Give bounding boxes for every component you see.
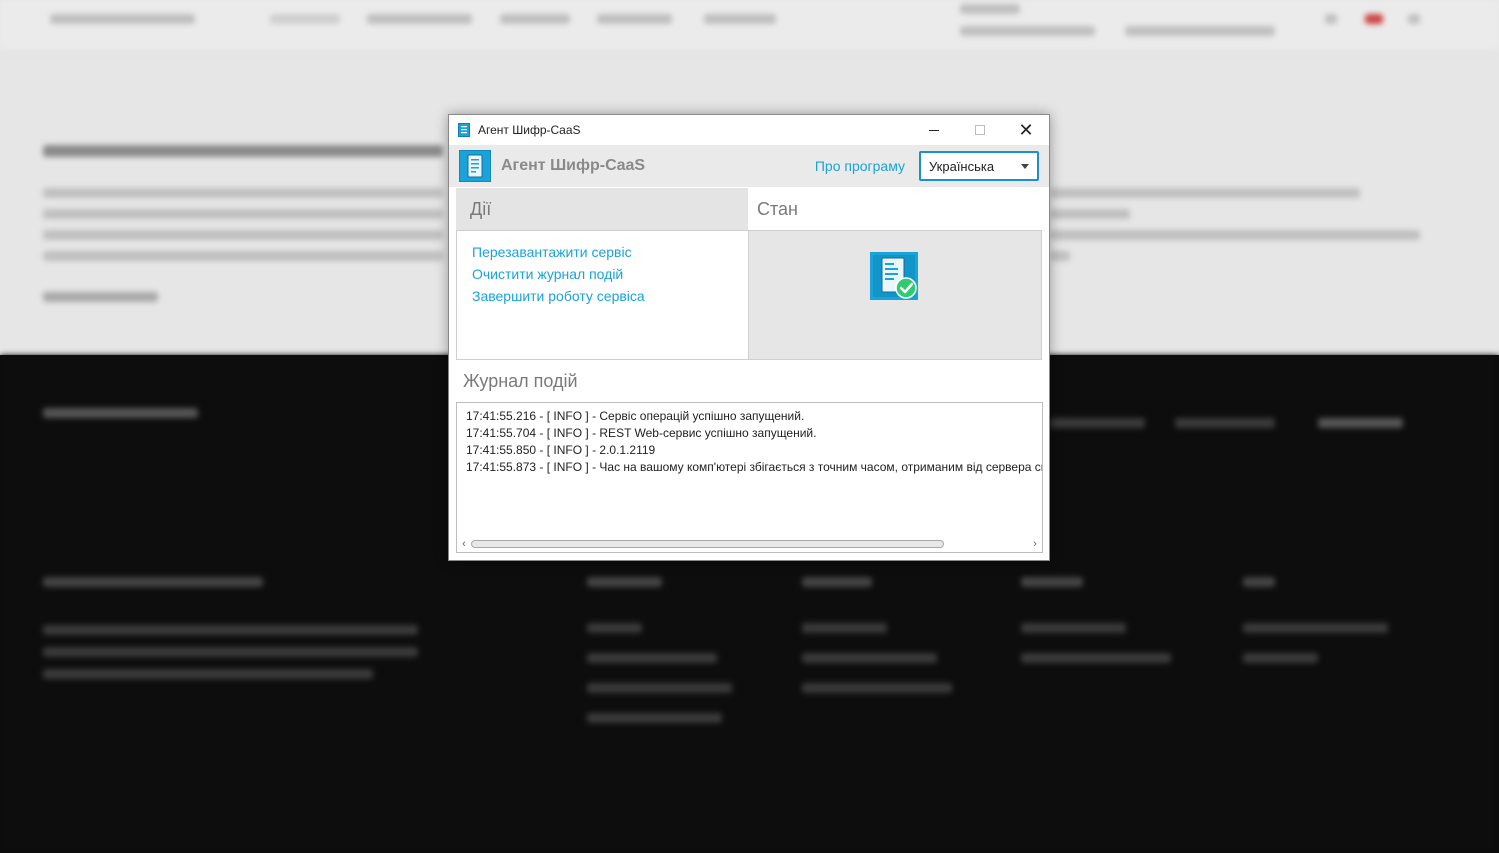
minimize-button[interactable] <box>911 115 957 145</box>
maximize-button[interactable] <box>957 115 1003 145</box>
language-select-value: Українська <box>929 158 995 174</box>
app-logo-icon <box>459 150 491 182</box>
event-log-lines: 17:41:55.216 - [ INFO ] - Сервіс операці… <box>457 403 1042 533</box>
event-log-title: Журнал подій <box>463 371 578 391</box>
app-title: Агент Шифр-CaaS <box>501 157 646 174</box>
status-title: Стан <box>757 198 798 219</box>
close-icon: ✕ <box>1018 119 1034 140</box>
actions-panel-header: Дії <box>456 188 748 230</box>
chevron-down-icon <box>1021 163 1029 169</box>
app-header: Агент Шифр-CaaS Про програму Українська <box>449 145 1049 187</box>
scrollbar-thumb[interactable] <box>471 540 944 548</box>
background-navbar <box>0 0 1499 52</box>
actions-list: Перезавантажити сервіс Очистити журнал п… <box>456 230 749 360</box>
minimize-icon <box>929 129 939 131</box>
close-button[interactable]: ✕ <box>1003 115 1049 145</box>
event-log[interactable]: 17:41:55.216 - [ INFO ] - Сервіс операці… <box>456 402 1043 553</box>
service-ok-icon <box>870 252 918 300</box>
scroll-left-icon[interactable]: ‹ <box>457 538 471 550</box>
app-icon <box>458 123 470 137</box>
scrollbar-track[interactable] <box>471 536 1028 552</box>
language-select[interactable]: Українська <box>919 151 1039 181</box>
actions-title: Дії <box>470 198 492 219</box>
clear-log-link[interactable]: Очистити журнал подій <box>472 263 748 285</box>
about-program-link[interactable]: Про програму <box>815 158 905 174</box>
log-line: 17:41:55.704 - [ INFO ] - REST Web-серви… <box>466 426 817 440</box>
scroll-right-icon[interactable]: › <box>1028 538 1042 550</box>
horizontal-scrollbar[interactable]: ‹ › <box>457 536 1042 552</box>
window-title: Агент Шифр-CaaS <box>478 123 581 137</box>
stop-service-link[interactable]: Завершити роботу сервіса <box>472 285 748 307</box>
window-titlebar[interactable]: Агент Шифр-CaaS ✕ <box>449 115 1049 145</box>
status-panel <box>749 230 1042 360</box>
log-line: 17:41:55.873 - [ INFO ] - Час на вашому … <box>466 460 1042 474</box>
log-line: 17:41:55.216 - [ INFO ] - Сервіс операці… <box>466 409 805 423</box>
agent-window: Агент Шифр-CaaS ✕ Агент Шифр-CaaS Про пр… <box>448 114 1050 561</box>
log-line: 17:41:55.850 - [ INFO ] - 2.0.1.2119 <box>466 443 656 457</box>
status-panel-header: Стан <box>749 188 1042 230</box>
restart-service-link[interactable]: Перезавантажити сервіс <box>472 241 748 263</box>
maximize-icon <box>975 125 985 135</box>
